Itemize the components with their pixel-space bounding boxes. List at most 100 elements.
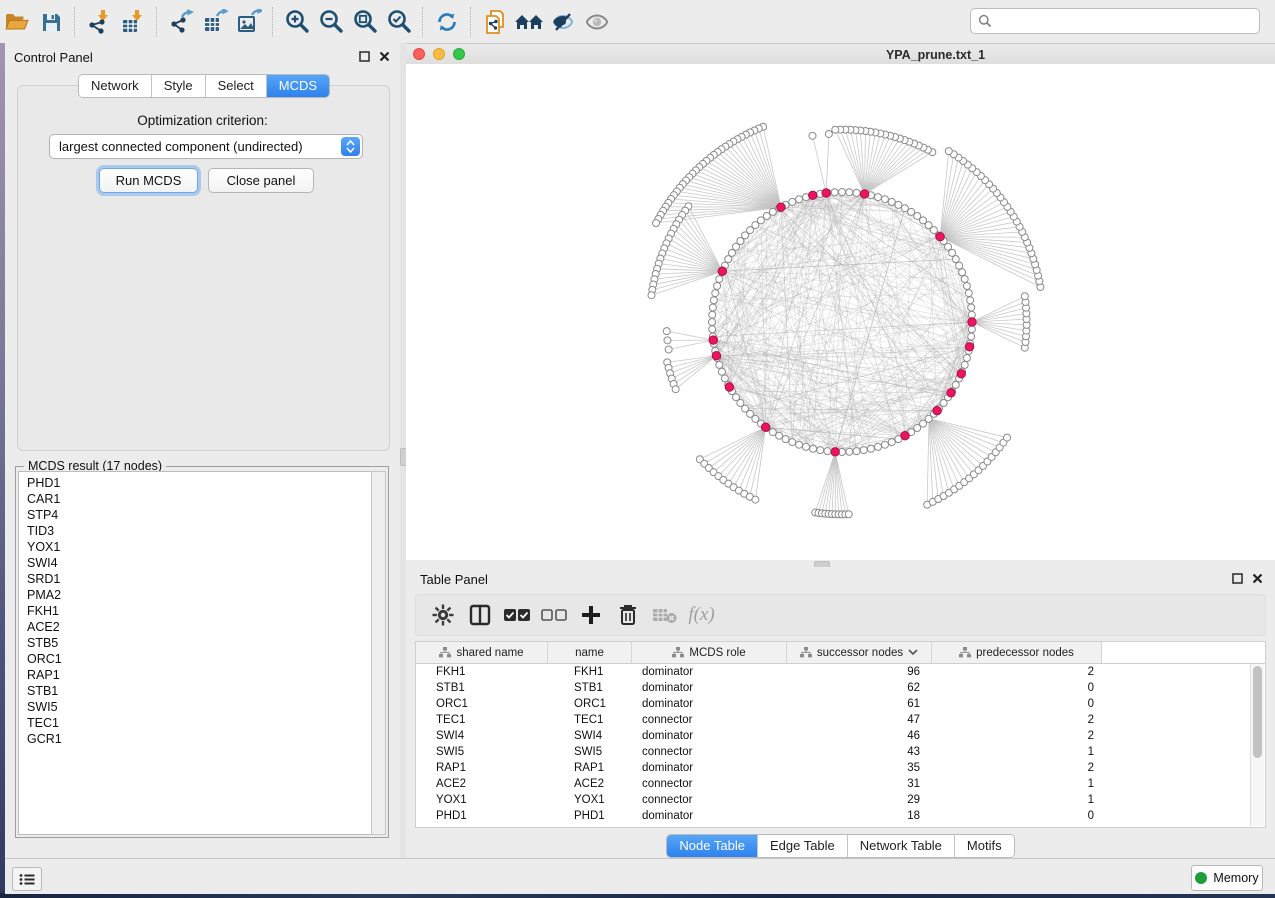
mcds-result-item[interactable]: PMA2 [19, 587, 373, 603]
tab-edge-table[interactable]: Edge Table [757, 835, 847, 857]
column-header-mcds-role[interactable]: MCDS role [632, 642, 787, 663]
unselect-all-icon[interactable] [535, 600, 572, 630]
close-panel-icon[interactable] [379, 51, 390, 62]
table-row[interactable]: SWI5SWI5connector431 [416, 744, 1265, 760]
node-table[interactable]: shared name name MCDS role successor nod… [415, 641, 1266, 828]
mcds-result-item[interactable]: CAR1 [19, 491, 373, 507]
table-row[interactable]: YOX1YOX1connector291 [416, 792, 1265, 808]
close-panel-icon[interactable] [1252, 573, 1263, 584]
export-image-icon[interactable] [232, 7, 266, 37]
tab-style[interactable]: Style [151, 75, 205, 97]
mcds-result-item[interactable]: STB1 [19, 683, 373, 699]
tab-network-table[interactable]: Network Table [847, 835, 954, 857]
column-header-shared-name[interactable]: shared name [416, 642, 548, 663]
mcds-result-item[interactable]: SWI4 [19, 555, 373, 571]
show-columns-icon[interactable] [461, 600, 498, 630]
table-row[interactable]: FKH1FKH1dominator962 [416, 664, 1265, 680]
tab-mcds[interactable]: MCDS [266, 75, 329, 97]
table-row[interactable]: SWI4SWI4dominator462 [416, 728, 1265, 744]
table-cell: YOX1 [548, 794, 632, 806]
import-table-icon[interactable] [116, 7, 150, 37]
network-graph[interactable] [406, 64, 1275, 560]
column-header-successor-nodes[interactable]: successor nodes [787, 642, 932, 663]
table-cell: connector [632, 778, 787, 790]
delete-row-icon[interactable] [609, 600, 646, 630]
tab-network[interactable]: Network [79, 75, 151, 97]
open-file-icon[interactable] [0, 7, 34, 37]
add-row-icon[interactable] [572, 600, 609, 630]
table-cell: ORC1 [548, 698, 632, 710]
network-window-titlebar[interactable]: YPA_prune.txt_1 [406, 45, 1275, 65]
table-row[interactable]: STB1STB1dominator620 [416, 680, 1265, 696]
mcds-result-item[interactable]: YOX1 [19, 539, 373, 555]
close-panel-button[interactable]: Close panel [208, 168, 314, 193]
select-stepper-icon [341, 137, 360, 156]
settings-icon[interactable] [424, 600, 461, 630]
zoom-in-icon[interactable] [280, 7, 314, 37]
search-input[interactable] [996, 11, 1259, 31]
scrollbar-thumb[interactable] [1253, 666, 1262, 758]
mcds-result-item[interactable]: FKH1 [19, 603, 373, 619]
table-cell: SWI4 [416, 730, 548, 742]
horizontal-splitter[interactable] [406, 560, 1275, 567]
attribute-icon [959, 647, 971, 658]
mcds-result-item[interactable]: GCR1 [19, 731, 373, 747]
table-tabs: Node Table Edge Table Network Table Moti… [406, 834, 1275, 858]
run-mcds-button[interactable]: Run MCDS [99, 168, 198, 193]
select-all-icon[interactable] [498, 600, 535, 630]
memory-button[interactable]: Memory [1191, 865, 1263, 891]
tab-node-table[interactable]: Node Table [667, 835, 757, 857]
status-menu-button[interactable] [12, 867, 42, 891]
column-header-name[interactable]: name [548, 642, 632, 663]
fx-label: f(x) [688, 604, 714, 626]
mcds-result-item[interactable]: STP4 [19, 507, 373, 523]
column-header-predecessor-nodes[interactable]: predecessor nodes [932, 642, 1102, 663]
show-graphics-details-icon[interactable] [580, 7, 614, 37]
clone-network-icon[interactable] [478, 7, 512, 37]
table-cell: 61 [787, 698, 932, 710]
mcds-result-item[interactable]: PHD1 [19, 475, 373, 491]
table-row[interactable]: PHD1PHD1dominator180 [416, 808, 1265, 824]
search-field[interactable] [970, 8, 1260, 34]
mcds-result-item[interactable]: SRD1 [19, 571, 373, 587]
table-scrollbar[interactable] [1250, 664, 1264, 826]
zoom-selected-icon[interactable] [382, 7, 416, 37]
mcds-result-item[interactable]: ACE2 [19, 619, 373, 635]
table-cell: RAP1 [416, 762, 548, 774]
list-menu-icon [19, 873, 35, 886]
float-panel-icon[interactable] [359, 51, 370, 62]
refresh-icon[interactable] [430, 7, 464, 37]
table-row[interactable]: TEC1TEC1connector472 [416, 712, 1265, 728]
mcds-result-item[interactable]: ORC1 [19, 651, 373, 667]
table-cell: dominator [632, 730, 787, 742]
table-row[interactable]: ORC1ORC1dominator610 [416, 696, 1265, 712]
mcds-result-list[interactable]: PHD1CAR1STP4TID3YOX1SWI4SRD1PMA2FKH1ACE2… [18, 471, 373, 835]
export-network-icon[interactable] [164, 7, 198, 37]
tab-motifs[interactable]: Motifs [954, 835, 1014, 857]
table-row[interactable]: RAP1RAP1dominator352 [416, 760, 1265, 776]
table-row[interactable]: ACE2ACE2connector311 [416, 776, 1265, 792]
mcds-result-item[interactable]: TID3 [19, 523, 373, 539]
zoom-out-icon[interactable] [314, 7, 348, 37]
toolbar-separator [272, 7, 274, 37]
mcds-result-item[interactable]: RAP1 [19, 667, 373, 683]
tab-select[interactable]: Select [205, 75, 266, 97]
network-view[interactable] [406, 64, 1275, 560]
optimization-criterion-select[interactable]: largest connected component (undirected) [49, 134, 363, 159]
mcds-list-scrollbar[interactable] [371, 471, 386, 835]
delete-table-icon[interactable] [646, 600, 683, 630]
mcds-result-group: MCDS result (17 nodes) PHD1CAR1STP4TID3Y… [15, 466, 389, 838]
mcds-result-item[interactable]: TEC1 [19, 715, 373, 731]
table-cell: 43 [787, 746, 932, 758]
first-neighbors-icon[interactable] [512, 7, 546, 37]
save-session-icon[interactable] [34, 7, 68, 37]
main-toolbar [0, 0, 1275, 44]
float-panel-icon[interactable] [1232, 573, 1243, 584]
column-header-filler [1102, 642, 1265, 663]
mcds-result-item[interactable]: STB5 [19, 635, 373, 651]
import-network-icon[interactable] [82, 7, 116, 37]
mcds-result-item[interactable]: SWI5 [19, 699, 373, 715]
hide-selected-icon[interactable] [546, 7, 580, 37]
zoom-fit-icon[interactable] [348, 7, 382, 37]
export-table-icon[interactable] [198, 7, 232, 37]
